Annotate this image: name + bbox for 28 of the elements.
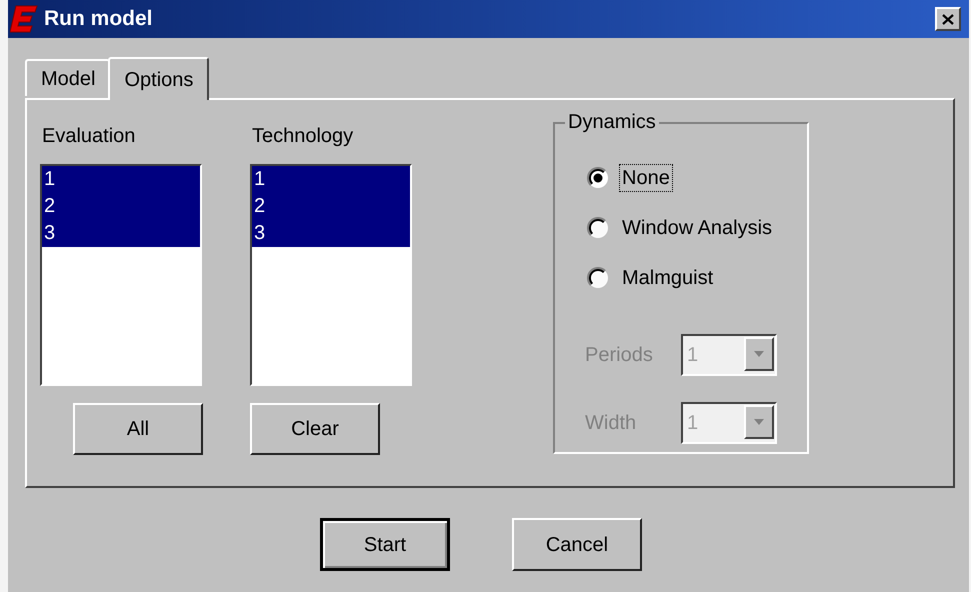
window-title: Run model [44,6,152,32]
close-button[interactable] [935,7,961,31]
list-item[interactable]: 3 [42,220,200,247]
app-logo-icon [10,4,38,34]
list-item[interactable]: 1 [252,166,410,193]
radio-label[interactable]: None [619,164,673,192]
list-item[interactable]: 2 [252,193,410,220]
tab[interactable]: Options [108,57,210,100]
list-button[interactable]: Clear [250,403,380,455]
list-button[interactable]: All [73,403,203,455]
list-item[interactable]: 1 [42,166,200,193]
dialog-button[interactable]: Cancel [512,518,642,571]
list-box[interactable]: 1 2 3 [250,164,412,386]
radio-label[interactable]: Malmguist [619,264,716,292]
list-label: Technology [252,124,354,148]
dialog-button[interactable]: Start [320,518,450,571]
radio-button[interactable] [587,167,609,189]
field-label: Periods [585,343,654,368]
list-item[interactable]: 2 [42,193,200,220]
list-box[interactable]: 1 2 3 [40,164,202,386]
radio-button[interactable] [587,217,609,239]
field-label: Width [585,411,638,436]
close-icon [942,14,954,24]
list-item[interactable]: 3 [252,220,410,247]
list-label: Evaluation [42,124,136,148]
radio-label[interactable]: Window Analysis [619,214,776,242]
tab[interactable]: Model [25,59,110,96]
radio-button[interactable] [587,267,609,289]
